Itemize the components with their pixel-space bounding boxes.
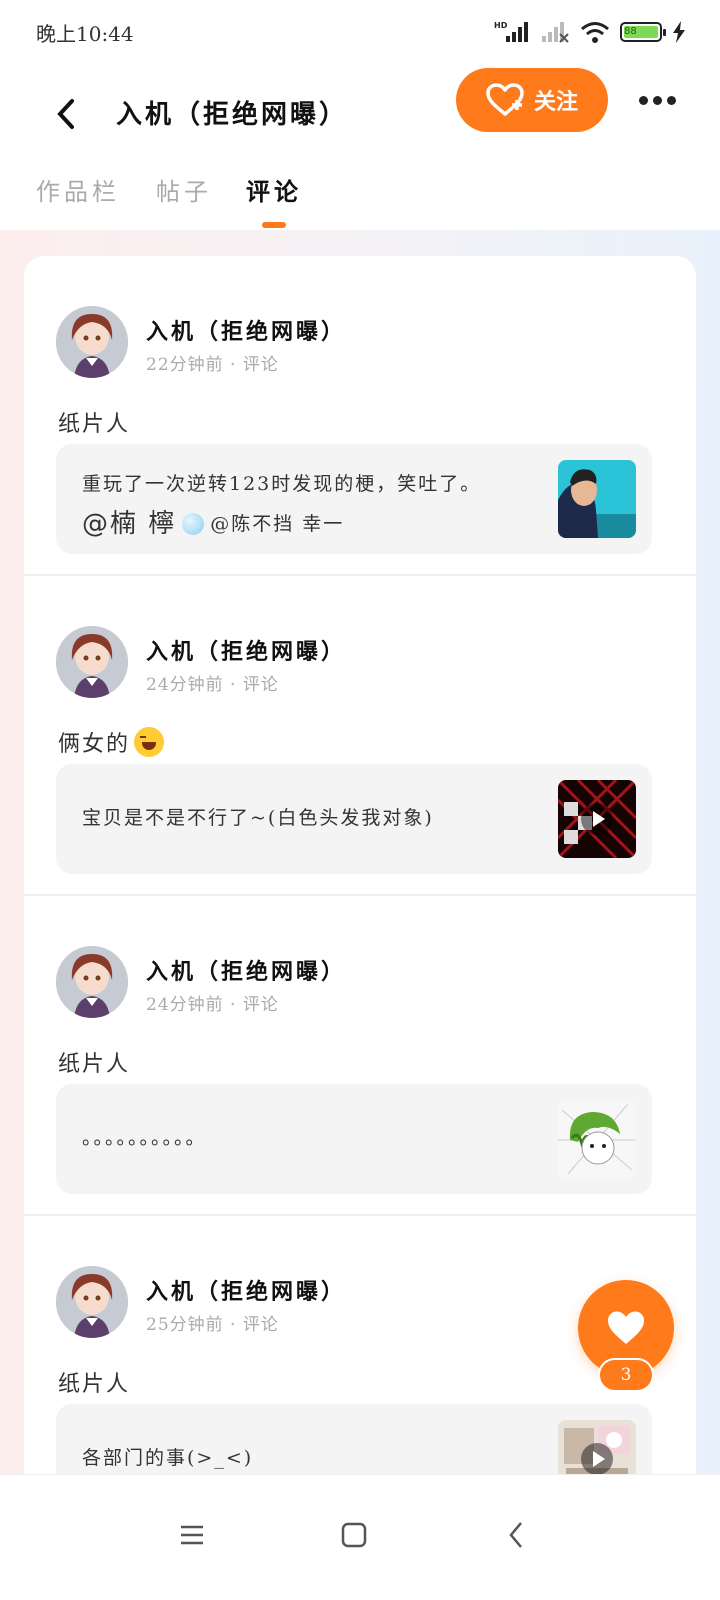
nav-home-button[interactable] (324, 1505, 384, 1565)
comment-text-body: 纸片人 (58, 412, 131, 437)
status-bar: 晚上10:44 HD 88 (0, 0, 720, 64)
battery-icon: 88 (620, 22, 666, 42)
profile-tabs: 作品栏 帖子 评论 (0, 168, 720, 230)
comment-meta: 22分钟前 · 评论 (146, 355, 279, 375)
quoted-post-text: 各部门的事(>_<) (82, 1447, 254, 1469)
post-thumbnail[interactable] (558, 1100, 636, 1178)
header: 入机（拒绝网曝） 关注 (0, 64, 720, 174)
chevron-left-icon (57, 99, 74, 129)
like-count-badge: 3 (598, 1358, 654, 1392)
battery-level: 88 (624, 26, 658, 38)
charging-icon (672, 21, 686, 43)
quoted-post[interactable]: 。。。。。。。。。。 (56, 1084, 652, 1194)
tab-indicator (262, 222, 286, 228)
play-icon (581, 803, 613, 835)
comment-text: 纸片人 (58, 1366, 130, 1398)
tab-posts[interactable]: 帖子 (156, 172, 212, 207)
avatar[interactable] (56, 1266, 128, 1338)
post-thumbnail[interactable] (558, 460, 636, 538)
signal-hd-icon: HD (494, 20, 530, 44)
quoted-post[interactable]: 宝贝是不是不行了~(白色头发我对象) (56, 764, 652, 874)
comment-meta: 24分钟前 · 评论 (146, 675, 279, 695)
comment-text-body: 纸片人 (58, 1372, 131, 1397)
home-square-icon (341, 1522, 367, 1548)
quoted-post[interactable]: 重玩了一次逆转123时发现的梗，笑吐了。 @楠 檸 @陈不挡 幸一 (56, 444, 652, 554)
author-name[interactable]: 入机（拒绝网曝） (146, 954, 346, 986)
video-thumbnail[interactable] (558, 780, 636, 858)
status-icons: HD 88 (494, 20, 686, 44)
nav-menu-button[interactable] (162, 1505, 222, 1565)
comment-item[interactable]: 入机（拒绝网曝） 22分钟前 · 评论 纸片人 重玩了一次逆转123时发现的梗，… (24, 256, 696, 576)
back-button[interactable] (48, 84, 84, 144)
quoted-post-text: 。。。。。。。。。。 (82, 1127, 207, 1149)
quoted-post-text: 宝贝是不是不行了~(白色头发我对象) (82, 807, 434, 829)
avatar[interactable] (56, 626, 128, 698)
signal-no-service-icon (540, 20, 570, 44)
nav-back-button[interactable] (486, 1505, 546, 1565)
svg-text:HD: HD (494, 21, 508, 30)
comment-text-body: 纸片人 (58, 1052, 131, 1077)
page-title: 入机（拒绝网曝） (116, 100, 349, 130)
comment-text: 纸片人 (58, 406, 130, 438)
back-arrow-icon (509, 1522, 522, 1548)
bubble-icon (182, 513, 205, 535)
author-name[interactable]: 入机（拒绝网曝） (146, 1274, 346, 1306)
wifi-icon (580, 20, 610, 44)
quoted-post-text: 重玩了一次逆转123时发现的梗，笑吐了。 @楠 檸 @陈不挡 幸一 (82, 464, 542, 544)
play-icon (581, 1443, 613, 1475)
comment-text-body: 俩女的 (58, 732, 131, 757)
comment-text: 俩女的 (58, 726, 165, 758)
follow-label: 关注 (533, 89, 578, 115)
mention-line: @楠 檸 @陈不挡 幸一 (82, 504, 542, 544)
comment-meta: 24分钟前 · 评论 (146, 995, 279, 1015)
tab-comments[interactable]: 评论 (246, 172, 302, 207)
system-nav-bar (0, 1474, 720, 1600)
comment-meta: 25分钟前 · 评论 (146, 1315, 279, 1335)
avatar[interactable] (56, 946, 128, 1018)
author-name[interactable]: 入机（拒绝网曝） (146, 634, 346, 666)
comment-item[interactable]: 入机（拒绝网曝） 24分钟前 · 评论 纸片人 。。。。。。。。。。 (24, 896, 696, 1216)
mention-user[interactable]: @楠 檸 (82, 504, 176, 544)
heart-plus-icon (486, 83, 524, 116)
comment-text: 纸片人 (58, 1046, 130, 1078)
avatar[interactable] (56, 306, 128, 378)
quoted-post-line: 重玩了一次逆转123时发现的梗，笑吐了。 (82, 473, 482, 495)
comment-item[interactable]: 入机（拒绝网曝） 24分钟前 · 评论 俩女的 宝贝是不是不行了~(白色头发我对… (24, 576, 696, 896)
follow-button[interactable]: 关注 (456, 68, 608, 132)
heart-icon (608, 1311, 644, 1344)
more-options-button[interactable] (632, 82, 682, 118)
mention-user[interactable]: @陈不挡 幸一 (210, 504, 344, 544)
laughing-tears-emoji-icon (134, 727, 165, 757)
menu-icon (181, 1525, 203, 1545)
tab-works[interactable]: 作品栏 (36, 172, 120, 207)
status-time: 晚上10:44 (36, 21, 134, 46)
author-name[interactable]: 入机（拒绝网曝） (146, 314, 346, 346)
